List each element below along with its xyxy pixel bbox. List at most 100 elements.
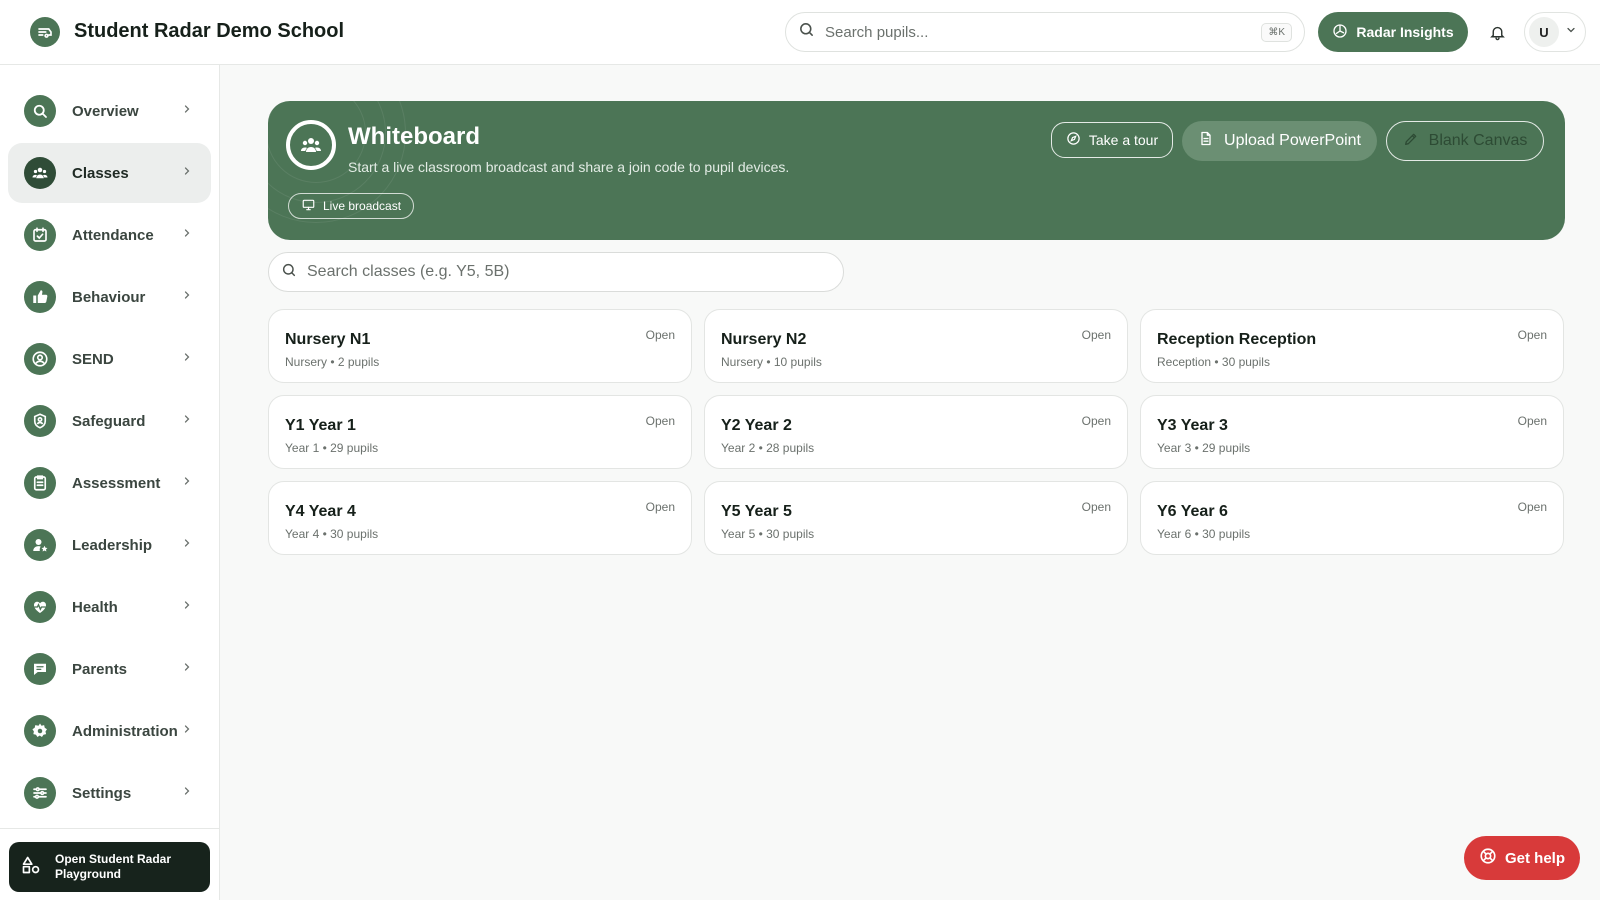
class-open-link[interactable]: Open xyxy=(1518,414,1547,428)
chevron-right-icon xyxy=(181,102,193,120)
class-open-link[interactable]: Open xyxy=(646,328,675,342)
chevron-right-icon xyxy=(181,598,193,616)
sidebar: Overview Classes Attendance Behaviour SE… xyxy=(0,65,220,900)
whiteboard-title: Whiteboard xyxy=(348,123,480,150)
sidebar-item-assessment[interactable]: Assessment xyxy=(8,453,211,513)
class-open-link[interactable]: Open xyxy=(1518,500,1547,514)
class-meta: Year 2 • 28 pupils xyxy=(721,441,815,455)
search-icon xyxy=(281,262,297,283)
blank-canvas-label: Blank Canvas xyxy=(1428,132,1528,149)
chevron-right-icon xyxy=(181,536,193,554)
sidebar-item-label: Overview xyxy=(72,102,139,120)
class-meta: Nursery • 10 pupils xyxy=(721,355,822,369)
users-icon xyxy=(286,120,336,170)
sidebar-item-label: Administration xyxy=(72,722,178,740)
class-card[interactable]: Y3 Year 3 Year 3 • 29 pupils Open xyxy=(1140,395,1564,469)
class-name: Y1 Year 1 xyxy=(285,417,356,434)
radar-insights-button[interactable]: Radar Insights xyxy=(1318,12,1468,52)
search-icon xyxy=(24,95,56,127)
whiteboard-banner: Whiteboard Start a live classroom broadc… xyxy=(268,101,1565,240)
sidebar-item-health[interactable]: Health xyxy=(8,577,211,637)
class-meta: Nursery • 2 pupils xyxy=(285,355,380,369)
sidebar-item-leadership[interactable]: Leadership xyxy=(8,515,211,575)
clipboard-icon xyxy=(24,467,56,499)
sidebar-item-label: Parents xyxy=(72,660,128,678)
sidebar-item-classes[interactable]: Classes xyxy=(8,143,211,203)
sidebar-item-label: Classes xyxy=(72,164,129,182)
sidebar-item-attendance[interactable]: Attendance xyxy=(8,205,211,265)
logo-icon[interactable] xyxy=(30,17,60,47)
chevron-right-icon xyxy=(181,722,193,740)
shortcut-hint: ⌘K xyxy=(1261,22,1292,42)
class-meta: Year 6 • 30 pupils xyxy=(1157,527,1251,541)
class-open-link[interactable]: Open xyxy=(1082,500,1111,514)
get-help-label: Get help xyxy=(1504,849,1565,867)
class-card[interactable]: Y5 Year 5 Year 5 • 30 pupils Open xyxy=(704,481,1128,555)
class-name: Nursery N2 xyxy=(721,331,807,348)
take-tour-button[interactable]: Take a tour xyxy=(1051,122,1173,158)
sidebar-item-administration[interactable]: Administration xyxy=(8,701,211,761)
get-help-button[interactable]: Get help xyxy=(1464,836,1580,880)
thumbs-up-icon xyxy=(24,281,56,313)
class-card[interactable]: Nursery N1 Nursery • 2 pupils Open xyxy=(268,309,692,383)
class-name: Y4 Year 4 xyxy=(285,503,356,520)
notifications-bell-icon[interactable] xyxy=(1486,20,1508,44)
chevron-right-icon xyxy=(181,474,193,492)
class-name: Y3 Year 3 xyxy=(1157,417,1228,434)
class-card[interactable]: Reception Reception Reception • 30 pupil… xyxy=(1140,309,1564,383)
chevron-right-icon xyxy=(181,784,193,802)
open-playground-button[interactable]: Open Student Radar Playground xyxy=(9,842,210,892)
sidebar-item-label: Safeguard xyxy=(72,412,146,430)
class-search-field[interactable] xyxy=(268,252,844,292)
gear-icon xyxy=(24,715,56,747)
class-card[interactable]: Y4 Year 4 Year 4 • 30 pupils Open xyxy=(268,481,692,555)
sidebar-item-label: Health xyxy=(72,598,118,616)
pupil-search-input[interactable]: Search pupils... ⌘K xyxy=(785,12,1305,52)
chevron-down-icon xyxy=(1565,23,1577,41)
class-meta: Year 1 • 29 pupils xyxy=(285,441,379,455)
compass-icon xyxy=(1066,131,1081,149)
chevron-right-icon xyxy=(181,350,193,368)
user-menu[interactable]: U xyxy=(1524,12,1586,52)
class-open-link[interactable]: Open xyxy=(1518,328,1547,342)
class-card[interactable]: Nursery N2 Nursery • 10 pupils Open xyxy=(704,309,1128,383)
chevron-right-icon xyxy=(181,660,193,678)
sidebar-item-label: Assessment xyxy=(72,474,161,492)
top-bar: Student Radar Demo School Search pupils.… xyxy=(0,0,1600,65)
users-icon xyxy=(24,157,56,189)
class-name: Y2 Year 2 xyxy=(721,417,792,434)
class-open-link[interactable]: Open xyxy=(1082,328,1111,342)
whiteboard-subtitle: Start a live classroom broadcast and sha… xyxy=(348,159,790,175)
class-name: Reception Reception xyxy=(1157,331,1317,348)
sliders-icon xyxy=(24,777,56,809)
class-card[interactable]: Y1 Year 1 Year 1 • 29 pupils Open xyxy=(268,395,692,469)
sidebar-item-label: Leadership xyxy=(72,536,153,554)
chevron-right-icon xyxy=(181,226,193,244)
sidebar-item-settings[interactable]: Settings xyxy=(8,763,211,823)
sidebar-item-behaviour[interactable]: Behaviour xyxy=(8,267,211,327)
sidebar-item-overview[interactable]: Overview xyxy=(8,81,211,141)
document-icon xyxy=(1198,130,1214,152)
sidebar-item-parents[interactable]: Parents xyxy=(8,639,211,699)
chevron-right-icon xyxy=(181,412,193,430)
sidebar-item-send[interactable]: SEND xyxy=(8,329,211,389)
sidebar-item-safeguard[interactable]: Safeguard xyxy=(8,391,211,451)
open-playground-label: Open Student Radar Playground xyxy=(55,852,172,881)
sidebar-item-label: Settings xyxy=(72,784,132,802)
live-broadcast-label: Live broadcast xyxy=(323,199,402,213)
shield-user-icon xyxy=(24,405,56,437)
class-open-link[interactable]: Open xyxy=(646,414,675,428)
chat-icon xyxy=(24,653,56,685)
class-card[interactable]: Y6 Year 6 Year 6 • 30 pupils Open xyxy=(1140,481,1564,555)
live-broadcast-badge[interactable]: Live broadcast xyxy=(288,193,415,219)
class-open-link[interactable]: Open xyxy=(1082,414,1111,428)
class-name: Y6 Year 6 xyxy=(1157,503,1228,520)
blank-canvas-button[interactable]: Blank Canvas xyxy=(1386,121,1544,161)
class-search-input[interactable] xyxy=(307,263,807,281)
class-card[interactable]: Y2 Year 2 Year 2 • 28 pupils Open xyxy=(704,395,1128,469)
upload-powerpoint-button[interactable]: Upload PowerPoint xyxy=(1182,121,1377,161)
radar-icon xyxy=(1332,23,1348,42)
heart-pulse-icon xyxy=(24,591,56,623)
class-name: Y5 Year 5 xyxy=(721,503,792,520)
class-open-link[interactable]: Open xyxy=(646,500,675,514)
